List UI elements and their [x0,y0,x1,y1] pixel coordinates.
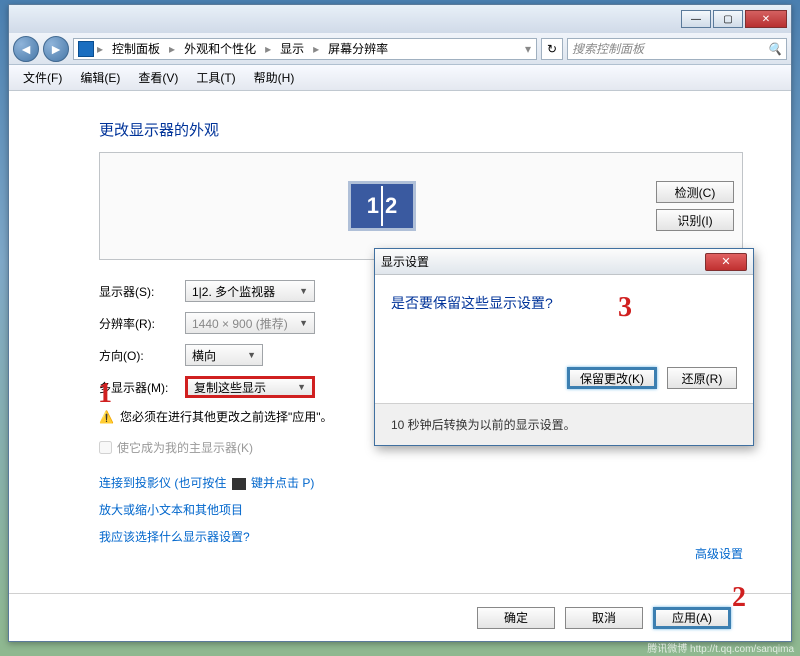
keep-changes-button[interactable]: 保留更改(K) [567,367,657,389]
multi-display-select[interactable]: 复制这些显示 ▼ [185,376,315,398]
main-display-checkbox [99,441,112,454]
revert-button[interactable]: 还原(R) [667,367,737,389]
minimize-button[interactable]: — [681,10,711,28]
display-settings-dialog: 显示设置 ✕ 是否要保留这些显示设置? 保留更改(K) 还原(R) 10 秒钟后… [374,248,754,446]
refresh-button[interactable]: ↻ [541,38,563,60]
monitor-icon: 1 2 [348,181,416,231]
menu-tools[interactable]: 工具(T) [188,66,243,89]
search-placeholder: 搜索控制面板 [572,40,644,57]
resolution-select[interactable]: 1440 × 900 (推荐) ▼ [185,312,315,334]
titlebar: — ▢ ✕ [9,5,791,33]
cancel-button[interactable]: 取消 [565,607,643,629]
display-label: 显示器(S): [99,283,185,300]
text-size-link[interactable]: 放大或缩小文本和其他项目 [99,501,743,518]
maximize-button[interactable]: ▢ [713,10,743,28]
projector-link[interactable]: 连接到投影仪 (也可按住 键并点击 P) [99,474,743,491]
footer: 确定 取消 应用(A) [9,593,791,641]
dialog-titlebar[interactable]: 显示设置 ✕ [375,249,753,275]
chevron-right-icon: ▸ [312,42,320,56]
search-icon: 🔍 [767,42,782,56]
search-input[interactable]: 搜索控制面板 🔍 [567,38,787,60]
chevron-right-icon: ▸ [264,42,272,56]
display-select[interactable]: 1|2. 多个监视器 ▼ [185,280,315,302]
help-link[interactable]: 我应该选择什么显示器设置? [99,528,743,545]
resolution-label: 分辨率(R): [99,315,185,332]
orientation-label: 方向(O): [99,347,185,364]
navbar: ◄ ► ▸ 控制面板 ▸ 外观和个性化 ▸ 显示 ▸ 屏幕分辨率 ▾ ↻ 搜索控… [9,33,791,65]
detect-button[interactable]: 检测(C) [656,181,734,203]
chevron-down-icon: ▼ [299,286,308,296]
control-panel-icon [78,41,94,57]
watermark: 腾讯微博 http://t.qq.com/sanqima [647,640,794,655]
breadcrumb-l3[interactable]: 显示 [274,40,310,57]
monitor-preview-box: 1 2 检测(C) 识别(I) [99,152,743,260]
forward-button[interactable]: ► [43,36,69,62]
page-title: 更改显示器的外观 [99,119,743,140]
multi-display-label: 多显示器(M): [99,379,185,396]
dialog-close-button[interactable]: ✕ [705,253,747,271]
dialog-title: 显示设置 [381,253,705,270]
monitor-preview[interactable]: 1 2 [108,181,656,231]
main-display-label: 使它成为我的主显示器(K) [117,439,253,456]
menubar: 文件(F) 编辑(E) 查看(V) 工具(T) 帮助(H) [9,65,791,91]
menu-view[interactable]: 查看(V) [130,66,186,89]
warning-icon: ⚠️ [99,409,114,424]
close-button[interactable]: ✕ [745,10,787,28]
chevron-down-icon: ▼ [297,382,306,392]
breadcrumb-l4[interactable]: 屏幕分辨率 [322,40,394,57]
warning-text: 您必须在进行其他更改之前选择"应用"。 [120,408,333,425]
back-button[interactable]: ◄ [13,36,39,62]
advanced-settings-link[interactable]: 高级设置 [695,545,743,562]
breadcrumb[interactable]: ▸ 控制面板 ▸ 外观和个性化 ▸ 显示 ▸ 屏幕分辨率 ▾ [73,38,537,60]
breadcrumb-l2[interactable]: 外观和个性化 [178,40,262,57]
ok-button[interactable]: 确定 [477,607,555,629]
apply-button[interactable]: 应用(A) [653,607,731,629]
chevron-down-icon: ▼ [247,350,256,360]
orientation-select[interactable]: 横向 ▼ [185,344,263,366]
breadcrumb-root[interactable]: 控制面板 [106,40,166,57]
menu-help[interactable]: 帮助(H) [246,66,303,89]
chevron-down-icon[interactable]: ▾ [524,42,532,56]
windows-key-icon [232,478,246,490]
identify-button[interactable]: 识别(I) [656,209,734,231]
chevron-down-icon: ▼ [299,318,308,328]
chevron-right-icon: ▸ [96,42,104,56]
chevron-right-icon: ▸ [168,42,176,56]
menu-edit[interactable]: 编辑(E) [72,66,128,89]
dialog-countdown: 10 秒钟后转换为以前的显示设置。 [375,403,753,445]
dialog-question: 是否要保留这些显示设置? [391,293,737,313]
menu-file[interactable]: 文件(F) [15,66,70,89]
